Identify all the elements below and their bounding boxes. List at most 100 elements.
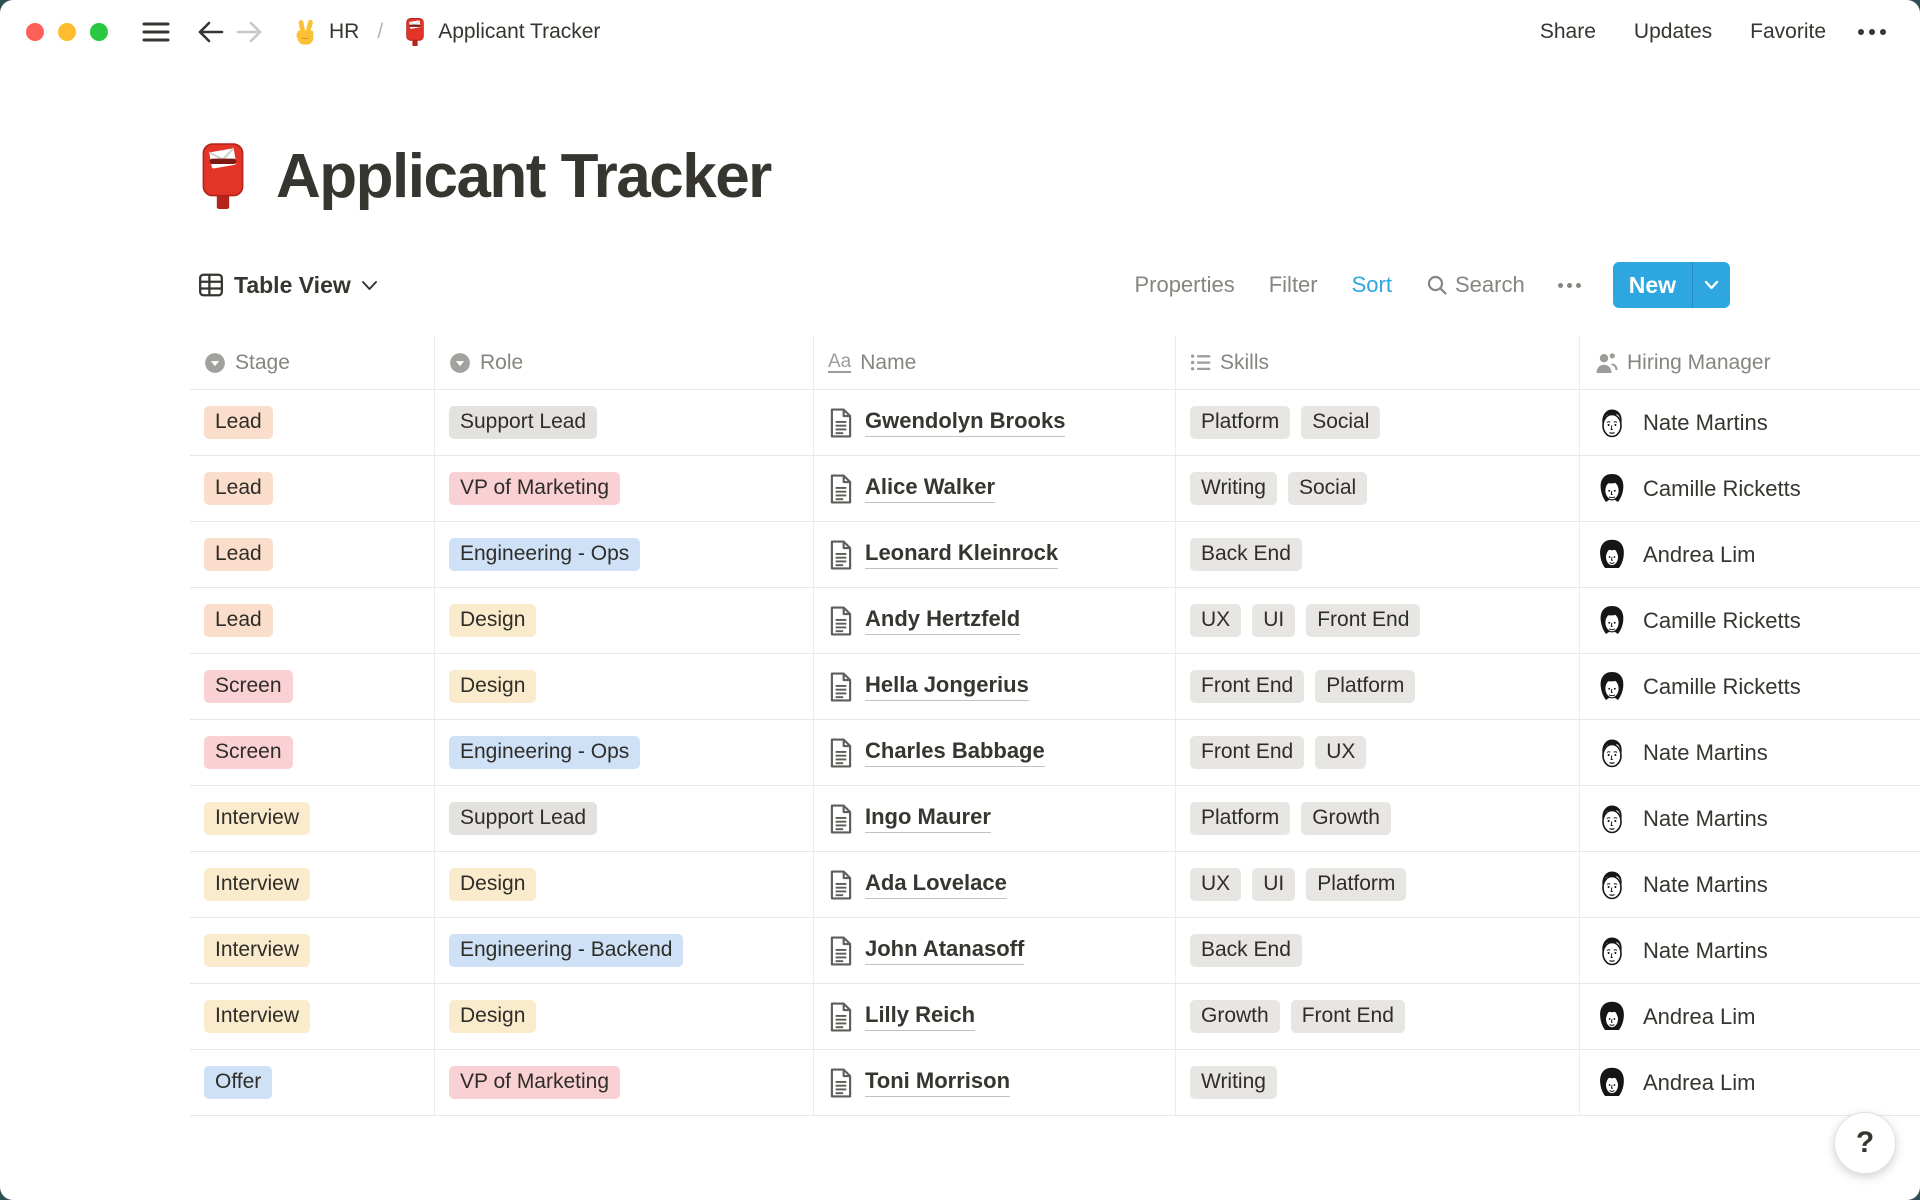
search-button[interactable]: Search [1417,266,1534,304]
skills-cell[interactable]: Platform Growth [1176,786,1580,852]
name-cell[interactable]: Hella Jongerius [814,654,1176,720]
page-link[interactable]: Toni Morrison [828,1068,1011,1098]
stage-cell[interactable]: Offer [190,1050,435,1116]
table-row[interactable]: Lead VP of Marketing Alice Walker Writing So… [190,456,1920,522]
sort-button[interactable]: Sort [1343,266,1401,304]
page-link[interactable]: Charles Babbage [828,738,1045,768]
skills-cell[interactable]: Front End Platform [1176,654,1580,720]
manager-cell[interactable]: Camille Ricketts [1580,588,1920,654]
table-row[interactable]: Interview Design Lilly Reich Growth Front En… [190,984,1920,1050]
manager-cell[interactable]: Nate Martins [1580,918,1920,984]
skills-cell[interactable]: Writing Social [1176,456,1580,522]
manager-cell[interactable]: Camille Ricketts [1580,654,1920,720]
skills-cell[interactable]: Growth Front End [1176,984,1580,1050]
name-cell[interactable]: Charles Babbage [814,720,1176,786]
favorite-button[interactable]: Favorite [1738,14,1838,50]
role-cell[interactable]: Engineering - Ops [435,720,814,786]
page-link[interactable]: Ada Lovelace [828,870,1007,900]
table-row[interactable]: Lead Support Lead Gwendolyn Brooks Platform… [190,390,1920,456]
page-link[interactable]: Hella Jongerius [828,672,1029,702]
breadcrumb-page[interactable]: Applicant Tracker [395,13,606,51]
name-cell[interactable]: Alice Walker [814,456,1176,522]
sidebar-menu-icon[interactable] [136,12,176,52]
table-row[interactable]: Interview Engineering - Backend John Atana… [190,918,1920,984]
back-arrow-icon[interactable] [190,12,230,52]
skills-cell[interactable]: UX UI Platform [1176,852,1580,918]
column-header-role[interactable]: Role [435,336,814,390]
view-options-icon[interactable] [1550,275,1589,296]
role-cell[interactable]: Design [435,588,814,654]
zoom-button[interactable] [90,23,108,41]
column-header-name[interactable]: Aa Name [814,336,1176,390]
page-link[interactable]: Ingo Maurer [828,804,991,834]
page-link[interactable]: Andy Hertzfeld [828,606,1021,636]
table-row[interactable]: Screen Design Hella Jongerius Front End Plat… [190,654,1920,720]
name-cell[interactable]: Toni Morrison [814,1050,1176,1116]
role-cell[interactable]: Design [435,654,814,720]
role-cell[interactable]: Support Lead [435,786,814,852]
breadcrumb-workspace[interactable]: HR [284,13,365,51]
table-row[interactable]: Lead Engineering - Ops Leonard Kleinrock Ba… [190,522,1920,588]
manager-cell[interactable]: Andrea Lim [1580,984,1920,1050]
role-cell[interactable]: Engineering - Backend [435,918,814,984]
name-cell[interactable]: John Atanasoff [814,918,1176,984]
column-header-manager[interactable]: Hiring Manager [1580,336,1920,390]
forward-arrow-icon[interactable] [230,12,270,52]
page-link[interactable]: Alice Walker [828,474,996,504]
stage-cell[interactable]: Interview [190,918,435,984]
skills-cell[interactable]: Front End UX [1176,720,1580,786]
stage-cell[interactable]: Interview [190,852,435,918]
stage-cell[interactable]: Lead [190,456,435,522]
page-link[interactable]: Leonard Kleinrock [828,540,1059,570]
manager-cell[interactable]: Nate Martins [1580,852,1920,918]
table-row[interactable]: Screen Engineering - Ops Charles Babbage Fr… [190,720,1920,786]
skills-cell[interactable]: Writing [1176,1050,1580,1116]
stage-cell[interactable]: Screen [190,654,435,720]
stage-cell[interactable]: Lead [190,390,435,456]
properties-button[interactable]: Properties [1125,266,1243,304]
stage-cell[interactable]: Lead [190,588,435,654]
stage-cell[interactable]: Screen [190,720,435,786]
share-button[interactable]: Share [1528,14,1608,50]
manager-cell[interactable]: Andrea Lim [1580,1050,1920,1116]
name-cell[interactable]: Lilly Reich [814,984,1176,1050]
page-link[interactable]: John Atanasoff [828,936,1025,966]
skills-cell[interactable]: UX UI Front End [1176,588,1580,654]
skills-cell[interactable]: Back End [1176,522,1580,588]
role-cell[interactable]: Design [435,984,814,1050]
stage-cell[interactable]: Lead [190,522,435,588]
table-row[interactable]: Lead Design Andy Hertzfeld UX UI Front End Cam… [190,588,1920,654]
manager-cell[interactable]: Nate Martins [1580,786,1920,852]
role-cell[interactable]: Design [435,852,814,918]
table-row[interactable]: Interview Support Lead Ingo Maurer Platform… [190,786,1920,852]
manager-cell[interactable]: Andrea Lim [1580,522,1920,588]
table-row[interactable]: Offer VP of Marketing Toni Morrison Writing… [190,1050,1920,1116]
page-link[interactable]: Lilly Reich [828,1002,976,1032]
name-cell[interactable]: Andy Hertzfeld [814,588,1176,654]
role-cell[interactable]: Engineering - Ops [435,522,814,588]
more-options-icon[interactable] [1852,21,1892,43]
name-cell[interactable]: Ingo Maurer [814,786,1176,852]
updates-button[interactable]: Updates [1622,14,1724,50]
manager-cell[interactable]: Nate Martins [1580,720,1920,786]
stage-cell[interactable]: Interview [190,984,435,1050]
column-header-skills[interactable]: Skills [1176,336,1580,390]
role-cell[interactable]: Support Lead [435,390,814,456]
page-link[interactable]: Gwendolyn Brooks [828,408,1066,438]
role-cell[interactable]: VP of Marketing [435,456,814,522]
manager-cell[interactable]: Nate Martins [1580,390,1920,456]
name-cell[interactable]: Gwendolyn Brooks [814,390,1176,456]
column-header-stage[interactable]: Stage [190,336,435,390]
manager-cell[interactable]: Camille Ricketts [1580,456,1920,522]
filter-button[interactable]: Filter [1260,266,1327,304]
help-button[interactable]: ? [1834,1112,1896,1174]
minimize-button[interactable] [58,23,76,41]
name-cell[interactable]: Ada Lovelace [814,852,1176,918]
role-cell[interactable]: VP of Marketing [435,1050,814,1116]
close-button[interactable] [26,23,44,41]
skills-cell[interactable]: Back End [1176,918,1580,984]
table-row[interactable]: Interview Design Ada Lovelace UX UI Platform N… [190,852,1920,918]
skills-cell[interactable]: Platform Social [1176,390,1580,456]
table-view-switcher[interactable]: Table View [190,266,386,305]
new-dropdown-button[interactable] [1692,262,1730,308]
